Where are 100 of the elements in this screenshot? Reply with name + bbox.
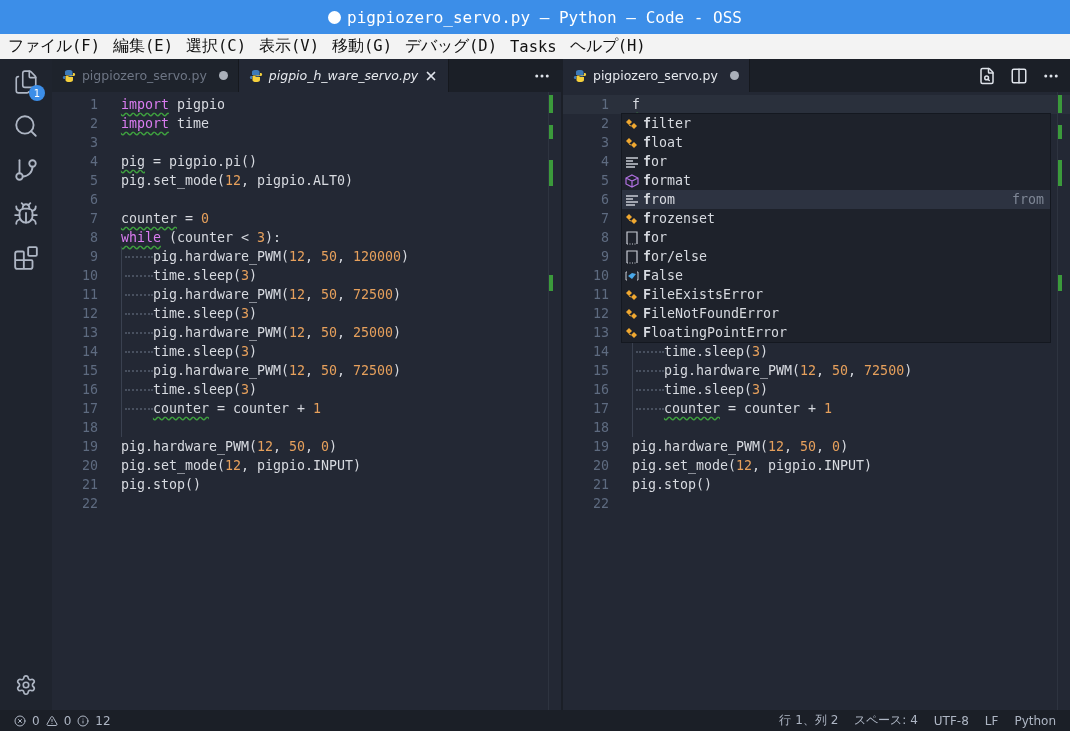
line-number: 5: [88, 173, 98, 188]
suggestion-item[interactable]: float: [621, 133, 1050, 152]
line-number: 6: [88, 192, 98, 207]
info-count[interactable]: 12: [95, 713, 111, 728]
cubes-icon: [624, 211, 639, 226]
settings-icon[interactable]: [14, 674, 37, 696]
line-number: 19: [80, 439, 98, 454]
square-icon: [624, 230, 639, 245]
line-number: 17: [80, 401, 98, 416]
code-line: time.sleep(3): [663, 344, 769, 359]
line-number: 21: [80, 477, 98, 492]
menu-item[interactable]: ヘルプ(H): [569, 36, 646, 57]
line-number: 20: [80, 458, 98, 473]
line-number: 6: [599, 192, 609, 207]
text-lines-icon: [624, 154, 639, 169]
line-number: 18: [80, 420, 98, 435]
search-icon[interactable]: [12, 113, 39, 139]
warning-icon: [45, 714, 58, 727]
suggestion-item[interactable]: for: [621, 152, 1050, 171]
status-item[interactable]: 行 1、列 2: [779, 712, 839, 729]
editor-tab[interactable]: pigpio_h_ware_servo.py: [238, 59, 450, 92]
extensions-icon[interactable]: [12, 245, 39, 271]
suggestion-item[interactable]: False: [621, 266, 1050, 285]
code-line: import pigpio: [120, 97, 225, 112]
python-icon: [248, 68, 263, 83]
menu-item[interactable]: Tasks: [510, 37, 557, 56]
suggestion-item[interactable]: for: [621, 228, 1050, 247]
line-number: 20: [591, 458, 609, 473]
line-number: 12: [591, 306, 609, 321]
tab-label: pigpiozero_servo.py: [81, 68, 207, 83]
code-line: pig.hardware_PWM(12, 50, 0): [120, 439, 338, 454]
line-number: 18: [591, 420, 609, 435]
suggestion-item[interactable]: filter: [621, 114, 1050, 133]
bug-icon[interactable]: [12, 201, 39, 227]
line-number: 8: [88, 230, 98, 245]
line-number: 7: [599, 211, 609, 226]
code-line: time.sleep(3): [152, 268, 257, 283]
line-number: 15: [591, 363, 609, 378]
line-number: 15: [80, 363, 98, 378]
suggestion-item[interactable]: FloatingPointError: [621, 323, 1050, 342]
error-count[interactable]: 0: [32, 713, 40, 728]
tab-label: pigpio_h_ware_servo.py: [268, 68, 419, 83]
code-line: pig.set_mode(12, pigpio.INPUT): [120, 458, 362, 473]
line-number: 19: [591, 439, 609, 454]
line-number: 1: [88, 97, 98, 112]
line-number: 21: [591, 477, 609, 492]
line-number: 1: [599, 97, 609, 112]
suggestion-item[interactable]: from from: [621, 190, 1050, 209]
editor-tab[interactable]: pigpiozero_servo.py: [562, 59, 750, 92]
line-number: 16: [591, 382, 609, 397]
line-number: 10: [80, 268, 98, 283]
line-number: 12: [80, 306, 98, 321]
code-line: pig.hardware_PWM(12, 50, 120000): [152, 249, 410, 264]
line-number: 3: [88, 135, 98, 150]
split-editor-icon[interactable]: [1010, 66, 1028, 85]
menu-item[interactable]: デバッグ(D): [405, 36, 497, 57]
warning-count[interactable]: 0: [63, 713, 72, 728]
cube-icon: [624, 173, 639, 188]
status-item[interactable]: Python: [1014, 713, 1056, 728]
cubes-icon: [624, 287, 639, 302]
status-item[interactable]: スペース: 4: [854, 712, 918, 729]
suggestion-item[interactable]: FileNotFoundError: [621, 304, 1050, 323]
menu-item[interactable]: 編集(E): [113, 36, 173, 57]
text-lines-icon: [624, 192, 639, 207]
preview-search-icon[interactable]: [978, 66, 996, 85]
python-icon: [61, 68, 76, 83]
code-line: pig.hardware_PWM(12, 50, 72500): [152, 287, 402, 302]
enum-icon: [624, 268, 639, 283]
status-item[interactable]: UTF-8: [933, 713, 969, 728]
code-line: time.sleep(3): [152, 382, 257, 397]
code-line: f: [631, 97, 640, 112]
line-number: 9: [88, 249, 98, 264]
code-line: time.sleep(3): [152, 344, 257, 359]
code-line: pig.set_mode(12, pigpio.INPUT): [631, 458, 873, 473]
cubes-icon: [624, 306, 639, 321]
line-number: 8: [599, 230, 609, 245]
line-number: 2: [88, 116, 98, 131]
menu-item[interactable]: 表示(V): [259, 36, 319, 57]
suggestion-item[interactable]: frozenset: [621, 209, 1050, 228]
line-number: 16: [80, 382, 98, 397]
line-number: 9: [599, 249, 609, 264]
line-number: 2: [599, 116, 609, 131]
menu-item[interactable]: 移動(G): [332, 36, 392, 57]
cubes-icon: [624, 325, 639, 340]
menu-item[interactable]: ファイル(F): [8, 36, 100, 57]
branch-icon[interactable]: [12, 157, 39, 183]
code-line: pig.set_mode(12, pigpio.ALT0): [120, 173, 354, 188]
suggestion-item[interactable]: FileExistsError: [621, 285, 1050, 304]
suggestion-item[interactable]: for/else: [621, 247, 1050, 266]
line-number: 10: [591, 268, 609, 283]
files-icon[interactable]: [12, 69, 39, 95]
status-item[interactable]: LF: [984, 713, 999, 728]
cubes-icon: [624, 135, 639, 150]
suggestion-item[interactable]: format: [621, 171, 1050, 190]
menu-item[interactable]: 選択(C): [186, 36, 246, 57]
code-line: pig.stop(): [120, 477, 201, 492]
suggestion-detail: from: [1011, 192, 1044, 207]
editor-tab[interactable]: pigpiozero_servo.py: [51, 59, 239, 92]
line-number: 22: [80, 496, 98, 511]
code-line: counter = counter + 1: [152, 401, 322, 416]
